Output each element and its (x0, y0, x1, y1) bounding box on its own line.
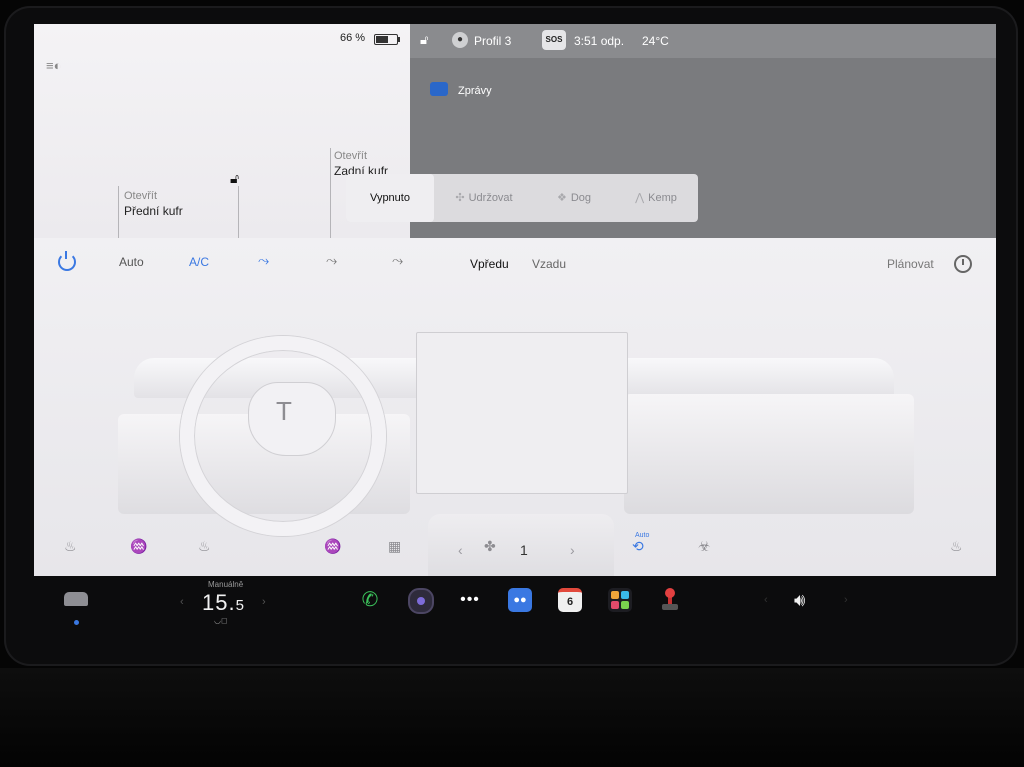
power-icon[interactable] (58, 251, 76, 271)
fan-keep-icon: ✣ (455, 192, 465, 204)
manual-label: Manuálně (208, 580, 244, 589)
front-trunk-open-label[interactable]: Otevřít (124, 190, 157, 202)
schedule-button[interactable]: Plánovat (887, 257, 934, 271)
temp-integer: 15. (202, 590, 236, 615)
joystick-base (662, 604, 678, 610)
front-trunk-label[interactable]: Přední kufr (124, 204, 183, 218)
tab-front[interactable]: Vpředu (470, 257, 509, 271)
ac-button[interactable]: A/C (189, 255, 209, 269)
passenger-seat-heat-icon[interactable]: ♨ (950, 538, 963, 555)
clock-time: 3:51 odp. (574, 34, 625, 48)
airflow-feet-icon[interactable]: ⤳ (326, 252, 337, 269)
car-interior-background (0, 668, 1024, 767)
mode-dog-button[interactable]: ❖ Dog (536, 174, 612, 222)
chat-icon[interactable]: ●● (508, 588, 532, 612)
profile-icon[interactable]: ● (452, 32, 468, 48)
touchscreen: 66 % ≡◐ Otevřít Přední kufr 🔓︎ Otevřít Z… (34, 24, 996, 576)
rear-trunk-divider (330, 148, 331, 238)
headlight-icon[interactable]: ≡◐ (46, 58, 61, 73)
sos-icon[interactable]: SOS (542, 30, 566, 50)
rear-trunk-open-label[interactable]: Otevřít (334, 150, 367, 162)
auto-button[interactable]: Auto (119, 255, 144, 269)
front-trunk-divider (118, 186, 119, 238)
tesla-logo: T (276, 396, 292, 426)
mode-dog-label: Dog (570, 192, 592, 204)
car-active-indicator (74, 620, 79, 625)
bioweapon-mode-icon[interactable]: ☣ (698, 538, 711, 555)
profile-name[interactable]: Profil 3 (474, 34, 511, 48)
fan-speed-value: 1 (520, 542, 528, 558)
temp-increase-icon[interactable]: › (262, 596, 266, 608)
volume-decrease-icon[interactable]: ‹ (764, 594, 768, 606)
dog-icon: ❖ (556, 192, 567, 204)
cabin-temperature[interactable]: 15.5 (202, 590, 245, 616)
arcade-icon[interactable] (608, 588, 632, 612)
trunk-divider (238, 186, 239, 238)
camera-icon[interactable] (408, 588, 434, 614)
center-screen-illustration (416, 332, 628, 494)
fan-decrease-icon[interactable]: ‹ (458, 542, 463, 558)
climate-mode-selector: Vypnuto ✣ Udržovat ❖ Dog ⋀ Kemp (346, 174, 698, 222)
seat-icon: ◡◻ (214, 616, 228, 625)
tab-rear[interactable]: Vzadu (532, 257, 566, 271)
dock-bar: ‹ Manuálně 15.5 ◡◻ › ✆ ••• ●● 6 ‹ 🔊︎ › (34, 578, 996, 638)
airflow-both-icon[interactable]: ⤳ (392, 252, 403, 269)
battery-icon (374, 34, 400, 45)
toybox-icon[interactable] (658, 588, 682, 612)
outside-temperature: 24°C (642, 34, 669, 48)
mode-camp-label: Kemp (648, 192, 677, 204)
car-icon[interactable] (64, 592, 88, 606)
joystick-ball (665, 588, 675, 598)
clock-icon[interactable] (954, 255, 972, 273)
front-defrost-icon[interactable]: ♒ (324, 538, 341, 555)
mode-camp-button[interactable]: ⋀ Kemp (618, 174, 694, 222)
mode-off-button[interactable]: Vypnuto (346, 174, 434, 222)
wiper-defrost-icon[interactable]: ♨ (198, 538, 211, 555)
battery-percentage: 66 % (340, 32, 366, 44)
airflow-face-icon[interactable]: ⤳ (258, 252, 269, 269)
mode-keep-button[interactable]: ✣ Udržovat (442, 174, 526, 222)
messages-icon[interactable] (430, 82, 448, 96)
recirculation-icon[interactable]: ⟲ (632, 538, 644, 555)
temp-decimal: 5 (235, 597, 245, 614)
volume-icon[interactable]: 🔊︎ (794, 590, 805, 611)
driver-seat-heat-icon[interactable]: ♨ (64, 538, 77, 555)
steering-wheel-hub (248, 382, 336, 456)
dashboard-right-panel (624, 394, 914, 514)
more-icon[interactable]: ••• (458, 588, 482, 612)
mode-off-label: Vypnuto (370, 192, 410, 204)
fan-increase-icon[interactable]: › (570, 542, 575, 558)
tent-icon: ⋀ (635, 192, 645, 204)
steering-wheel-heat-icon[interactable]: ♒ (130, 538, 147, 555)
unlock-icon[interactable]: 🔓︎ (230, 170, 239, 187)
lock-icon[interactable]: 🔓︎ (420, 32, 428, 48)
status-bar: 🔓︎ ● Profil 3 SOS 3:51 odp. 24°C (410, 24, 996, 58)
fan-icon: ✤ (484, 538, 496, 554)
temp-decrease-icon[interactable]: ‹ (180, 596, 184, 608)
calendar-icon[interactable]: 6 (558, 588, 582, 612)
phone-icon[interactable]: ✆ (358, 588, 382, 612)
mode-keep-label: Udržovat (468, 192, 513, 204)
messages-label[interactable]: Zprávy (458, 85, 492, 97)
rear-defrost-icon[interactable]: ▦ (388, 538, 401, 555)
volume-increase-icon[interactable]: › (844, 594, 848, 606)
